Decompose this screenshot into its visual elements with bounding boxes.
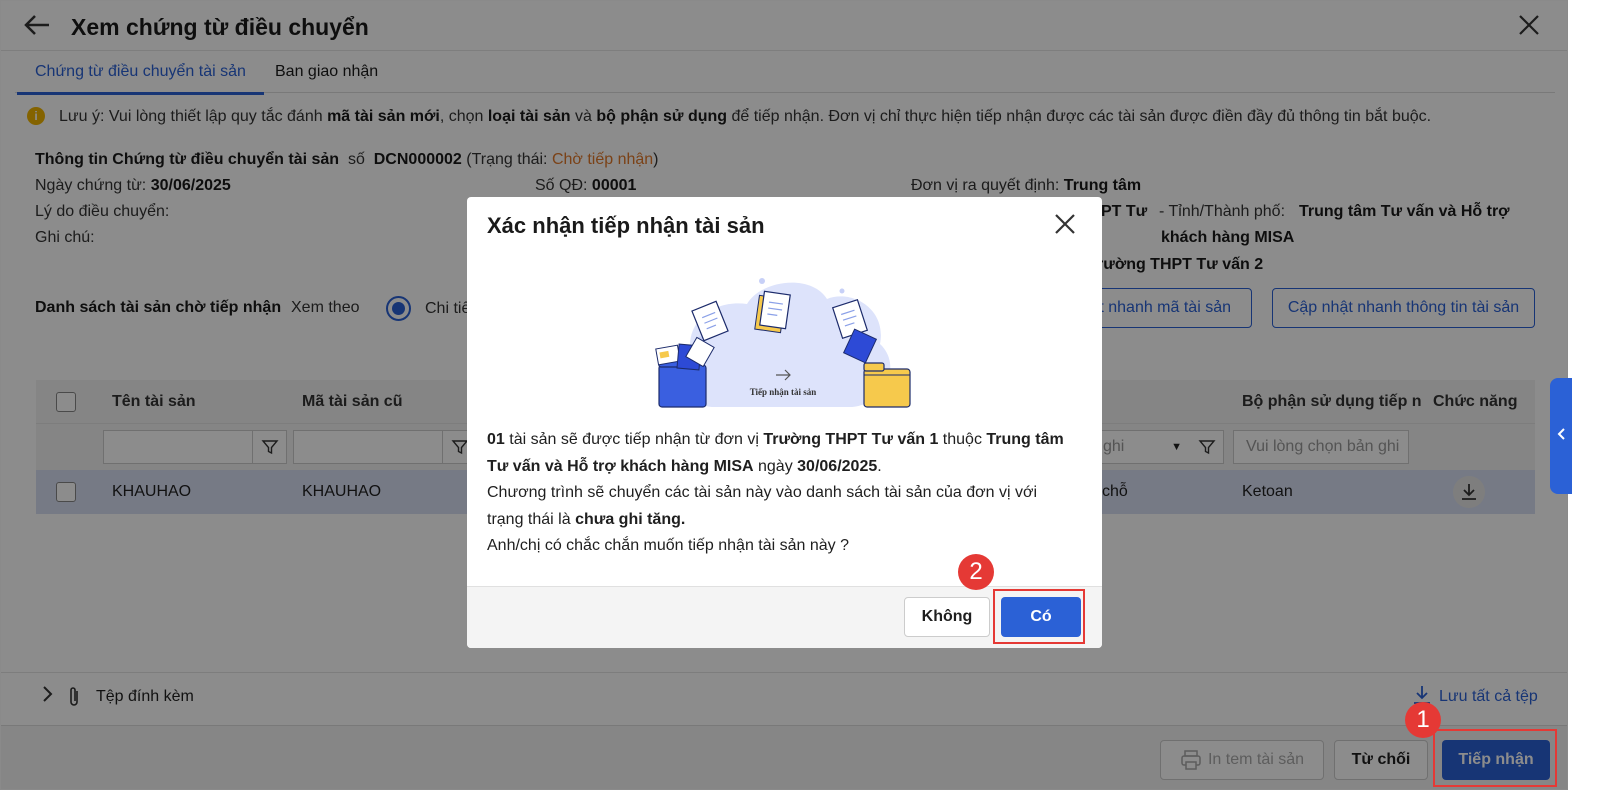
step-badge-1: 1 [1405,702,1441,738]
highlight-accept-button [1433,729,1557,787]
side-panel-toggle[interactable] [1550,378,1572,494]
no-button[interactable]: Không [904,597,990,637]
confirm-receive-dialog: Xác nhận tiếp nhận tài sản Tiếp nhận tài… [467,197,1102,648]
dialog-title: Xác nhận tiếp nhận tài sản [487,213,765,238]
transfer-illustration: Tiếp nhận tài sản [655,278,911,408]
dialog-message: 01 tài sản sẽ được tiếp nhận từ đơn vị T… [487,431,1064,554]
step-badge-2: 2 [958,554,994,590]
highlight-yes-button [993,589,1085,644]
chevron-left-icon [1556,427,1566,446]
illustration-label: Tiếp nhận tài sản [750,387,817,397]
close-icon[interactable] [1054,209,1076,243]
